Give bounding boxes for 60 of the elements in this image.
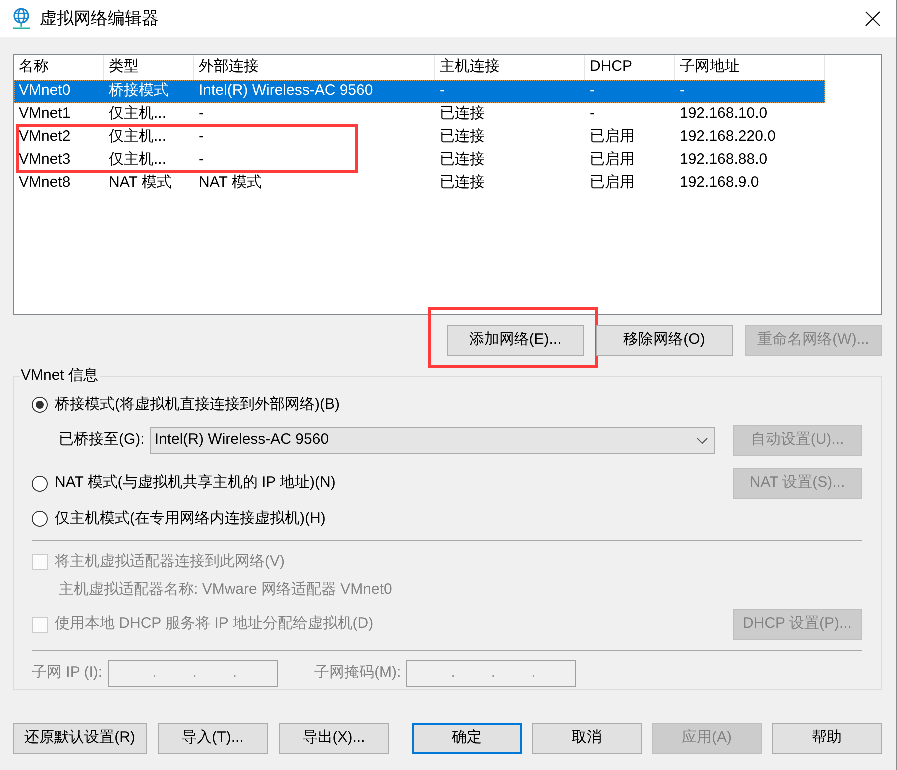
table-cell-text: VMnet3 <box>18 150 72 170</box>
button[interactable]: 取消 <box>532 723 642 754</box>
table-cell-text: 已连接 <box>439 173 486 194</box>
button[interactable]: 帮助 <box>772 723 882 754</box>
radio-label: 仅主机模式(在专用网络内连接虚拟机)(H) <box>55 508 326 529</box>
table-cell-text: - <box>679 81 686 102</box>
table-cell-text: 192.168.9.0 <box>679 173 760 194</box>
radio-label: NAT 模式(与虚拟机共享主机的 IP 地址)(N) <box>55 473 336 494</box>
table-cell-text: VMnet1 <box>18 104 72 124</box>
table-cell-text: 192.168.220.0 <box>679 127 777 148</box>
table-row[interactable]: VMnet8 NAT 模式 NAT 模式 已连接 已启用 192.168.9.0 <box>14 172 825 195</box>
table-cell-text: 桥接模式 <box>108 81 170 102</box>
table-cell-text: VMnet2 <box>18 127 72 148</box>
table-cell-text: 已连接 <box>439 127 486 148</box>
table-cell-text: 已启用 <box>589 150 636 170</box>
table-cell-text: 已启用 <box>589 173 636 194</box>
field-label: 已桥接至(G): <box>59 430 145 450</box>
table-cell-text: - <box>198 104 205 124</box>
adapter-name-text: 主机虚拟适配器名称: VMware 网络适配器 VMnet0 <box>59 580 392 600</box>
button[interactable]: 还原默认设置(R) <box>13 723 147 754</box>
button[interactable]: 添加网络(E)... <box>447 325 584 356</box>
field-label: 子网 IP (I): <box>32 663 103 684</box>
radio-button[interactable] <box>32 397 48 413</box>
table-cell-text: 192.168.88.0 <box>679 150 769 170</box>
button[interactable]: 移除网络(O) <box>596 325 733 356</box>
table-cell-text: 已连接 <box>439 104 486 124</box>
table-cell-text: VMnet8 <box>18 173 72 194</box>
button[interactable]: 导出(X)... <box>279 723 389 754</box>
table-cell-text: 仅主机... <box>108 104 168 124</box>
chevron-down-icon <box>696 438 708 444</box>
table-cell-text: 已连接 <box>439 150 486 170</box>
checkbox-label: 使用本地 DHCP 服务将 IP 地址分配给虚拟机(D) <box>55 614 374 634</box>
window-title: 虚拟网络编辑器 <box>40 8 159 30</box>
globe-icon <box>12 8 31 30</box>
table-cell-text: 仅主机... <box>108 127 168 148</box>
table-cell-text: NAT 模式 <box>198 173 263 194</box>
table-cell-text: - <box>589 104 596 124</box>
table-cell-text: VMnet0 <box>18 81 72 102</box>
table-row[interactable]: VMnet1 仅主机... - 已连接 - 192.168.10.0 <box>14 103 825 126</box>
table-cell-text: - <box>439 81 446 102</box>
field-label: 子网掩码(M): <box>314 663 402 684</box>
table-cell-text: NAT 模式 <box>108 173 173 194</box>
table-row[interactable]: VMnet0 桥接模式 Intel(R) Wireless-AC 9560 - - - <box>14 80 825 103</box>
table-cell-text: - <box>198 150 205 170</box>
close-icon <box>865 10 881 26</box>
table-cell-text: - <box>198 127 205 148</box>
button[interactable]: 导入(T)... <box>158 723 268 754</box>
checkbox-label: 将主机虚拟适配器连接到此网络(V) <box>55 552 285 572</box>
table-cell-text: Intel(R) Wireless-AC 9560 <box>198 81 374 102</box>
table-cell-text: 仅主机... <box>108 150 168 170</box>
button[interactable]: 确定 <box>412 723 522 754</box>
table-cell-text: - <box>589 81 596 102</box>
radio-button[interactable] <box>32 476 48 492</box>
table-row[interactable]: VMnet2 仅主机... - 已连接 已启用 192.168.220.0 <box>14 126 825 149</box>
table-row[interactable]: VMnet3 仅主机... - 已连接 已启用 192.168.88.0 <box>14 149 825 172</box>
table-cell-text: 已启用 <box>589 127 636 148</box>
network-adapter-dropdown[interactable]: Intel(R) Wireless-AC 9560 <box>150 427 715 454</box>
radio-button[interactable] <box>32 511 48 527</box>
table-cell-text: 192.168.10.0 <box>679 104 769 124</box>
radio-label: 桥接模式(将虚拟机直接连接到外部网络)(B) <box>55 394 340 415</box>
